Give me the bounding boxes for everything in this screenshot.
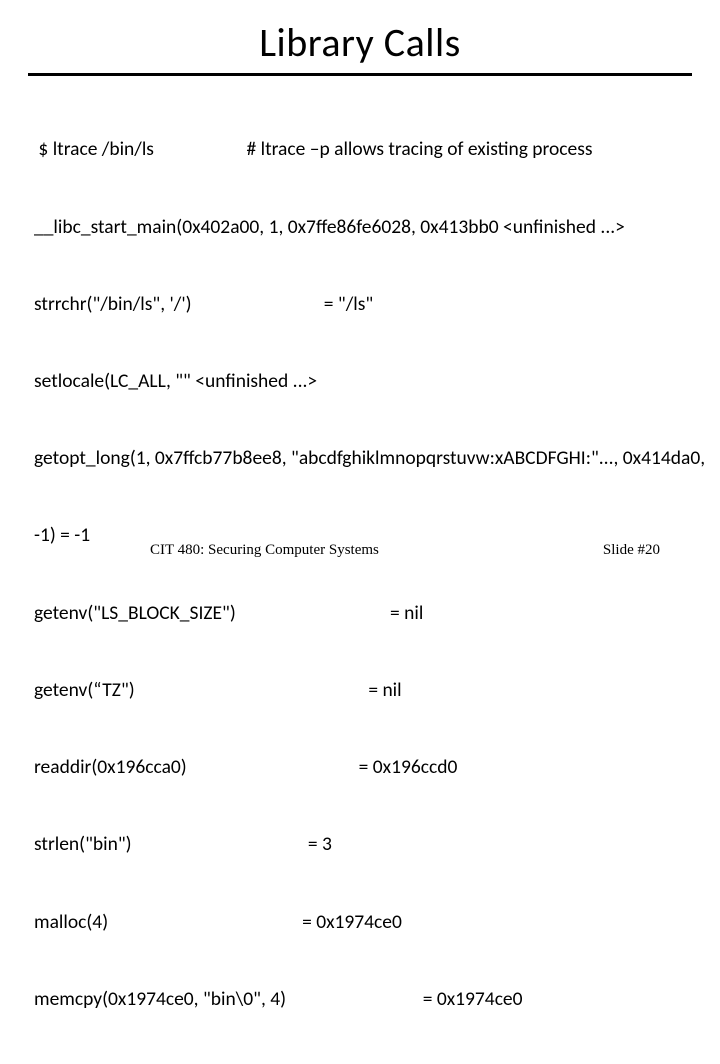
code-line: getopt_long(1, 0x7ffcb77b8ee8, "abcdfghi… (34, 446, 686, 472)
code-line: getenv("LS_BLOCK_SIZE") = nil (34, 601, 686, 627)
code-line: malloc(4) = 0x1974ce0 (34, 910, 686, 936)
code-line: strrchr("/bin/ls", '/') = "/ls" (34, 292, 686, 318)
code-line: getenv(“TZ") = nil (34, 678, 686, 704)
footer-left: CIT 480: Securing Computer Systems (150, 542, 379, 559)
slide: Library Calls $ ltrace /bin/ls # ltrace … (0, 18, 720, 558)
code-line: $ ltrace /bin/ls # ltrace –p allows trac… (34, 137, 686, 163)
title-underline (28, 73, 692, 76)
slide-title: Library Calls (0, 18, 720, 67)
code-line: readdir(0x196cca0) = 0x196ccd0 (34, 755, 686, 781)
code-line: memcpy(0x1974ce0, "bin\0", 4) = 0x1974ce… (34, 987, 686, 1013)
footer-right: Slide #20 (603, 542, 660, 559)
code-line: strlen("bin") = 3 (34, 832, 686, 858)
code-line: __libc_start_main(0x402a00, 1, 0x7ffe86f… (34, 215, 686, 241)
code-line: setlocale(LC_ALL, "" <unfinished ...> (34, 369, 686, 395)
slide-content: $ ltrace /bin/ls # ltrace –p allows trac… (0, 86, 720, 1064)
